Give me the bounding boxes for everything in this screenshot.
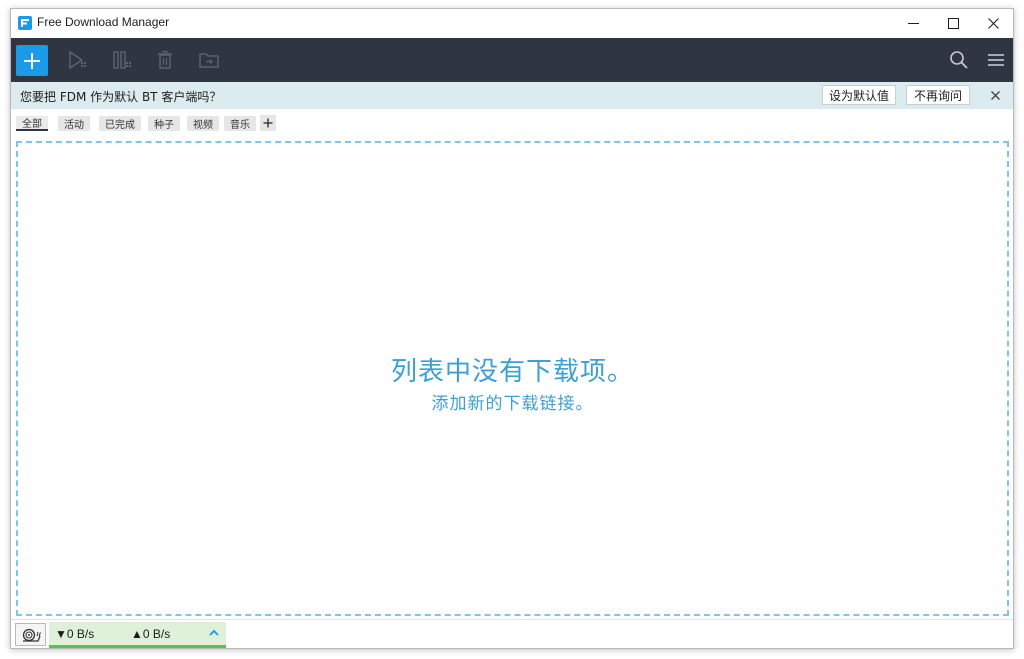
add-download-button[interactable] (16, 45, 48, 76)
main-menu-button[interactable] (984, 49, 1008, 71)
start-button[interactable] (66, 49, 90, 71)
window-title: Free Download Manager (37, 15, 170, 29)
empty-list-subtitle: 添加新的下载链接。 (431, 394, 594, 414)
maximize-icon (947, 18, 959, 29)
move-to-folder-button[interactable] (197, 49, 221, 71)
tab-torrents[interactable]: 种子 (148, 116, 180, 131)
speed-limit-button[interactable] (15, 623, 46, 646)
plus-icon (263, 118, 273, 128)
close-notification-button[interactable] (985, 85, 1005, 105)
close-icon (990, 90, 1000, 100)
filter-tabs: 全部 活动 已完成 种子 视频 音乐 (11, 109, 1013, 139)
tab-completed[interactable]: 已完成 (99, 116, 141, 131)
tab-all[interactable]: 全部 (16, 116, 48, 131)
default-client-notification: 您要把 FDM 作为默认 BT 客户端吗？ 设为默认值 不再询问 (11, 82, 1013, 109)
download-speed: ▼0 B/s (55, 627, 95, 641)
minimize-button[interactable] (891, 9, 935, 38)
status-bar: ▼0 B/s ▲0 B/s (11, 619, 1013, 648)
search-icon (950, 51, 968, 69)
add-tab-button[interactable] (260, 115, 276, 131)
minimize-icon (907, 23, 919, 24)
upload-speed: ▲0 B/s (131, 627, 171, 641)
empty-list-title: 列表中没有下载项。 (390, 357, 634, 387)
tab-video[interactable]: 视频 (187, 116, 219, 131)
plus-icon (24, 52, 40, 69)
maximize-button[interactable] (931, 9, 975, 38)
fdm-logo-icon (18, 16, 32, 30)
download-list-drop-area[interactable]: 列表中没有下载项。 添加新的下载链接。 (16, 141, 1009, 616)
tab-music[interactable]: 音乐 (224, 116, 256, 131)
folder-move-icon (199, 53, 219, 68)
hamburger-menu-icon (988, 54, 1004, 66)
trash-icon (158, 50, 172, 69)
title-bar: Free Download Manager (11, 9, 1013, 38)
snail-icon (22, 628, 41, 642)
close-icon (987, 18, 999, 29)
play-icon (69, 50, 86, 70)
pause-icon (113, 51, 131, 69)
set-default-button[interactable]: 设为默认值 (822, 85, 896, 105)
speed-panel[interactable]: ▼0 B/s ▲0 B/s (49, 622, 226, 648)
chevron-up-icon[interactable] (208, 627, 220, 639)
app-window: Free Download Manager 您要把 FDM 作为默认 BT 客户… (10, 8, 1014, 649)
close-window-button[interactable] (971, 9, 1013, 38)
delete-button[interactable] (153, 49, 177, 71)
pause-button[interactable] (110, 49, 134, 71)
search-button[interactable] (947, 49, 971, 71)
tab-active[interactable]: 活动 (58, 116, 90, 131)
main-toolbar (11, 38, 1013, 82)
notification-text: 您要把 FDM 作为默认 BT 客户端吗？ (20, 90, 222, 104)
dont-ask-button[interactable]: 不再询问 (906, 85, 970, 105)
